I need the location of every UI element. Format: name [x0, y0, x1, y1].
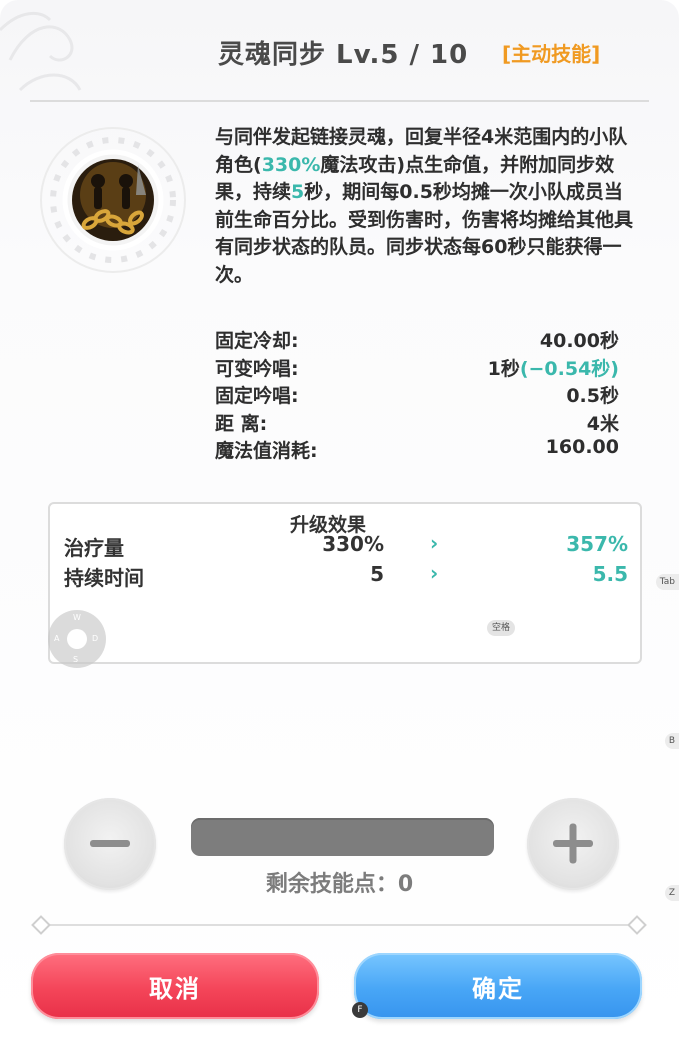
corner-ornament: [0, 11, 82, 92]
stat-label: 距 离:: [215, 412, 268, 435]
dialog-title: 灵魂同步 Lv.5 / 10: [218, 40, 469, 70]
level-progress-bar: [191, 818, 494, 856]
joystick-knob[interactable]: [67, 629, 87, 649]
stat-value: 40.00秒: [539, 330, 619, 352]
upgrade-next-value: 5.5: [592, 562, 628, 586]
upgrade-label: 治疗量: [64, 536, 124, 560]
b-key-hint: B: [664, 733, 679, 749]
upgrade-row-heal: 治疗量 330% › 357%: [64, 531, 628, 562]
wasd-joystick-overlay[interactable]: W A D S: [48, 610, 106, 668]
desc-heal-percent: 330%: [261, 153, 321, 176]
confirm-button[interactable]: 确定: [354, 953, 642, 1019]
key-d-label: D: [92, 634, 99, 643]
divider-diamond-right: [627, 915, 647, 935]
stat-value: 160.00: [545, 436, 619, 458]
tab-key-hint: Tab: [655, 574, 679, 590]
chevron-right-icon: ›: [430, 561, 439, 585]
stat-row: 可变吟唱: 1秒(−0.54秒): [215, 354, 619, 382]
upgrade-label: 持续时间: [64, 566, 144, 590]
divider-diamond-left: [31, 915, 51, 935]
upgrade-current-value: 330%: [322, 532, 384, 556]
key-s-label: S: [73, 655, 79, 664]
skill-stats: 固定冷却: 40.00秒 可变吟唱: 1秒(−0.54秒) 固定吟唱: 0.5秒…: [215, 326, 619, 464]
stat-label: 可变吟唱:: [215, 357, 299, 380]
stat-value: 0.5秒: [566, 385, 619, 407]
stat-label: 魔法值消耗:: [215, 440, 318, 462]
desc-duration: 5: [291, 181, 305, 204]
stat-row: 固定吟唱: 0.5秒: [215, 381, 619, 409]
cancel-button[interactable]: 取消: [31, 953, 319, 1019]
f-key-hint: F: [352, 1002, 368, 1018]
upgrade-current-value: 5: [370, 562, 384, 586]
skill-upgrade-dialog: 灵魂同步 Lv.5 / 10 [主动技能] 与同伴发起链接灵魂，回复半径4米范围…: [0, 0, 679, 1050]
skill-description: 与同伴发起链接灵魂，回复半径4米范围内的小队角色(330%魔法攻击)点生命值，并…: [215, 124, 635, 290]
remaining-skill-points: 剩余技能点：0: [265, 872, 414, 897]
stat-row: 魔法值消耗: 160.00: [215, 436, 619, 464]
stat-label: 固定冷却:: [215, 330, 299, 352]
header-divider: [30, 100, 649, 102]
key-w-label: W: [73, 613, 81, 622]
stat-row: 距 离: 4米: [215, 409, 619, 437]
upgrade-effects-box: 升级效果 治疗量 330% › 357% 持续时间 5 › 5.5: [48, 502, 642, 664]
upgrade-next-value: 357%: [566, 532, 628, 556]
skill-type-label: [主动技能]: [502, 42, 601, 66]
upgrade-row-duration: 持续时间 5 › 5.5: [64, 561, 628, 592]
space-key-hint: 空格: [487, 620, 515, 636]
key-a-label: A: [54, 634, 60, 643]
stat-row: 固定冷却: 40.00秒: [215, 326, 619, 354]
footer-divider: [38, 924, 641, 926]
skill-icon-frame: [38, 125, 188, 275]
stat-value: 1秒(−0.54秒): [487, 357, 619, 380]
stat-label: 固定吟唱:: [215, 385, 299, 407]
soul-sync-chained-figures-icon: [40, 127, 186, 273]
chevron-right-icon: ›: [430, 531, 439, 555]
stat-value: 4米: [586, 412, 619, 435]
